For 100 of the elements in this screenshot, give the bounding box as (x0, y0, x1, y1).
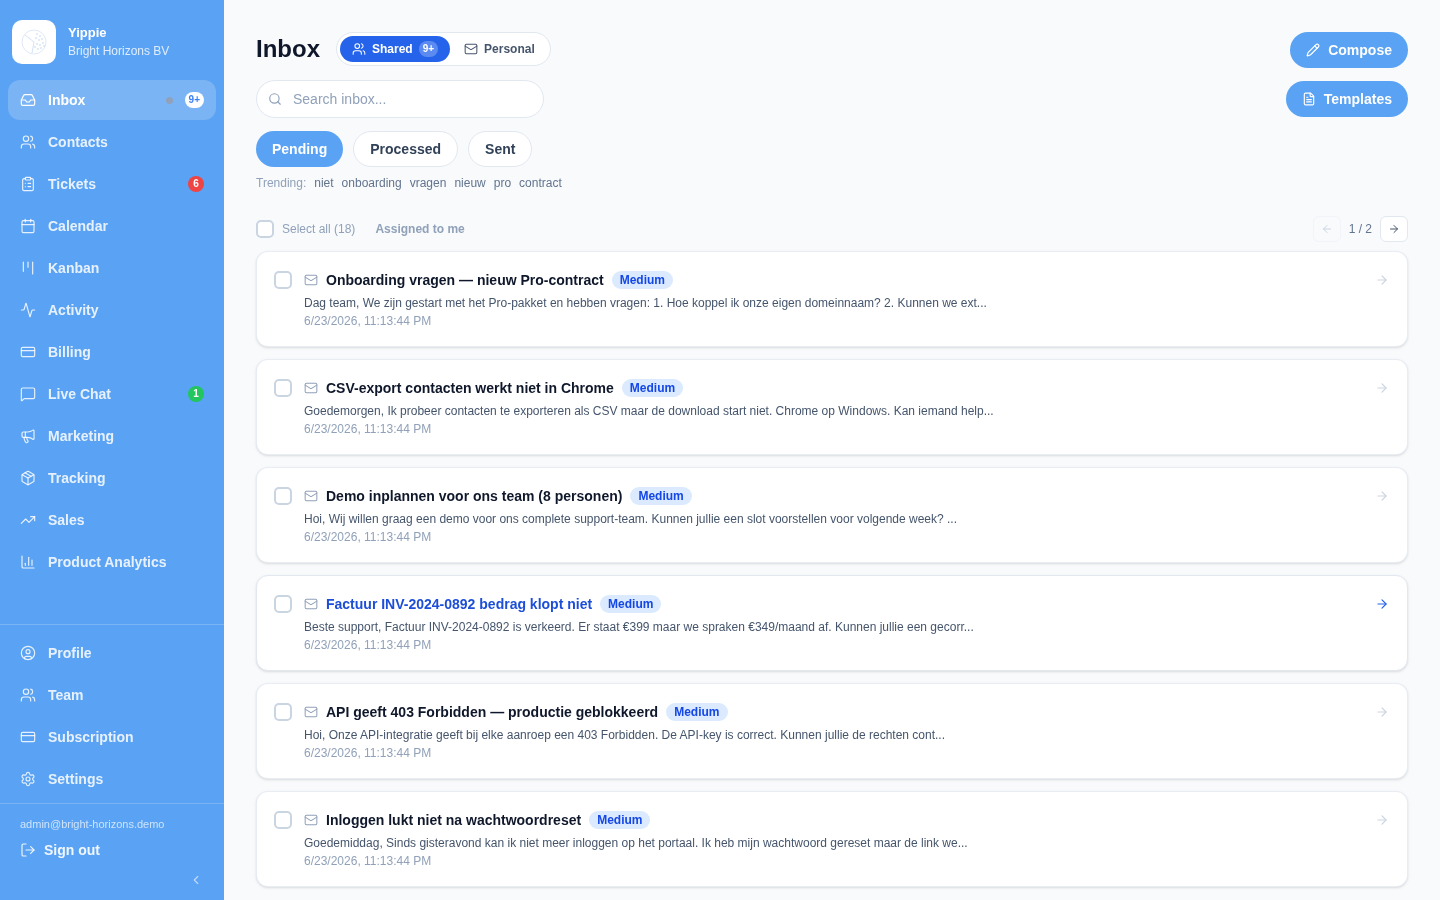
kanban-icon (20, 260, 36, 276)
message-preview: Dag team, We zijn gestart met het Pro-pakket en hebben vragen: 1. Hoe koppel ik onze eigen domeinnaam? 2. Kunnen we ext... (304, 295, 987, 312)
message-date: 6/23/2026, 11:13:44 PM (304, 853, 432, 870)
message-card[interactable]: Inloggen lukt niet na wachtwoordreset Medium Goedemiddag, Sinds gisteravond kan ik niet meer inloggen op het portaal. Ik heb mijn wachtwoord gereset maar de link we... 6/23/2026, 11:13:44 PM (256, 791, 1408, 887)
message-preview: Hoi, Wij willen graag een demo voor ons complete support-team. Kunnen jullie een slot voorstellen voor volgende week? ... (304, 511, 958, 528)
trending-term[interactable]: niet (314, 175, 334, 191)
templates-button[interactable]: Templates (1285, 81, 1408, 117)
user-circle-icon (20, 645, 36, 661)
count-badge: 9+ (184, 92, 204, 108)
message-subject: Onboarding vragen — nieuw Pro-contract (326, 271, 604, 290)
users-icon (20, 687, 36, 703)
nav-item[interactable]: Settings (8, 759, 216, 799)
inbox-icon (20, 92, 36, 108)
filter-tab[interactable]: Sent (468, 131, 533, 167)
search-icon (268, 92, 282, 106)
mail-icon (304, 813, 318, 827)
nav-item[interactable]: Subscription (8, 717, 216, 757)
message-card[interactable]: Demo inplannen voor ons team (8 personen) Medium Hoi, Wij willen graag een demo voor ons complete support-team. Kunnen jullie een slot voorstellen voor volgende week? ... 6/23/2026, 11:13:44 PM (256, 467, 1408, 563)
page-indicator: 1 / 2 (1348, 221, 1372, 237)
nav-item[interactable]: Sales (8, 500, 216, 540)
chat-bubble-icon (20, 386, 36, 402)
nav-item[interactable]: Marketing (8, 416, 216, 456)
message-preview: Beste support, Factuur INV-2024-0892 is verkeerd. Er staat €399 maar we spraken €349/maand af. Kunnen jullie een gecorr... (304, 619, 974, 636)
nav-item[interactable]: Billing (8, 332, 216, 372)
priority-badge: Medium (589, 811, 651, 829)
message-card[interactable]: Factuur INV-2024-0892 bedrag klopt niet Medium Beste support, Factuur INV-2024-0892 is verkeerd. Er staat €399 maar we spraken €349/maand af. Kunnen jullie een gecorr... 6/23/2026, 11:13:44 PM (256, 575, 1408, 671)
arrow-left-icon (1320, 223, 1333, 235)
message-card[interactable]: Onboarding vragen — nieuw Pro-contract Medium Dag team, We zijn gestart met het Pro-pakket en hebben vragen: 1. Hoe koppel ik onze eigen domeinnaam? 2. Kunnen we ext... 6/23/2026, 11:13:44 PM (256, 251, 1408, 347)
message-preview: Goedemiddag, Sinds gisteravond kan ik niet meer inloggen op het portaal. Ik heb mijn wachtwoord gereset maar de link we... (304, 835, 968, 852)
mail-icon (304, 705, 318, 719)
package-icon (20, 470, 36, 486)
pencil-icon (1306, 43, 1321, 57)
mail-icon (304, 381, 318, 395)
clipboard-icon (20, 176, 36, 192)
bar-chart-icon (20, 554, 36, 570)
mail-icon (304, 273, 318, 287)
brand-name: Yippie (68, 25, 108, 41)
view-tab[interactable]: Shared 9+ (340, 36, 451, 62)
trending-term[interactable]: contract (519, 175, 562, 191)
trending-term[interactable]: vragen (409, 175, 447, 191)
logo-icon (12, 20, 56, 64)
count-badge: 1 (188, 386, 204, 402)
page-title: Inbox (256, 34, 320, 64)
credit-card-icon (20, 729, 36, 745)
nav-item[interactable]: Activity (8, 290, 216, 330)
checkbox[interactable] (256, 220, 274, 238)
nav-item[interactable]: Calendar (8, 206, 216, 246)
checkbox[interactable] (274, 703, 292, 721)
priority-badge: Medium (666, 703, 728, 721)
message-card[interactable]: API geeft 403 Forbidden — productie geblokkeerd Medium Hoi, Onze API-integratie geeft bij elke aanroep een 403 Forbidden. De API-key is correct. Kunnen jullie de rechten cont... 6/23/2026, 11:13:44 PM (256, 683, 1408, 779)
checkbox[interactable] (274, 487, 292, 505)
trending-label: Trending: (256, 175, 307, 191)
users-icon (352, 42, 366, 56)
mail-icon (304, 489, 318, 503)
count-badge: 9+ (418, 41, 439, 57)
activity-icon (20, 302, 36, 318)
checkbox[interactable] (274, 811, 292, 829)
nav-item[interactable]: Product Analytics (8, 542, 216, 582)
calendar-icon (20, 218, 36, 234)
select-all-label: Select all (18) (282, 221, 356, 237)
message-subject: Demo inplannen voor ons team (8 personen) (326, 487, 623, 506)
user-email: admin@bright-horizons.demo (20, 817, 166, 832)
nav-item[interactable]: Live Chat 1 (8, 374, 216, 414)
view-tab[interactable]: Personal (452, 36, 547, 62)
priority-badge: Medium (621, 379, 684, 397)
count-badge: 6 (188, 176, 204, 192)
checkbox[interactable] (274, 379, 292, 397)
mail-icon (464, 42, 479, 56)
megaphone-icon (20, 428, 36, 444)
compose-button[interactable]: Compose (1290, 32, 1408, 68)
sign-out-icon (20, 842, 36, 858)
message-date: 6/23/2026, 11:13:44 PM (304, 421, 432, 438)
checkbox[interactable] (274, 595, 292, 613)
message-date: 6/23/2026, 11:13:44 PM (304, 745, 432, 762)
nav-item[interactable]: Tickets 6 (8, 164, 216, 204)
trending-term[interactable]: onboarding (341, 175, 402, 191)
nav-item[interactable]: Kanban (8, 248, 216, 288)
organization-name: Bright Horizons BV (68, 43, 170, 59)
nav-item[interactable]: Profile (8, 633, 216, 673)
message-subject: Inloggen lukt niet na wachtwoordreset (326, 811, 582, 830)
search-field[interactable]: Search inbox... (256, 80, 544, 118)
nav-item[interactable]: Contacts (8, 122, 216, 162)
message-subject: CSV-export contacten werkt niet in Chrome (326, 379, 614, 398)
checkbox[interactable] (274, 271, 292, 289)
message-date: 6/23/2026, 11:13:44 PM (304, 313, 432, 330)
nav-item[interactable]: Inbox 9+ (8, 80, 216, 120)
nav-item[interactable]: Tracking (8, 458, 216, 498)
filter-tab[interactable]: Processed (353, 131, 459, 167)
message-preview: Goedemorgen, Ik probeer contacten te exporteren als CSV maar de download start niet. Chrome op Windows. Kan iemand help... (304, 403, 994, 420)
priority-badge: Medium (611, 271, 674, 289)
assigned-filter-button[interactable]: Assigned to me (375, 221, 465, 237)
next-page-button[interactable] (1380, 216, 1408, 242)
message-card[interactable]: CSV-export contacten werkt niet in Chrome Medium Goedemorgen, Ik probeer contacten te exporteren als CSV maar de download start niet. Chrome op Windows. Kan iemand help... 6/23/2026, 11:13:44 PM (256, 359, 1408, 455)
sign-out-link[interactable]: Sign out (20, 840, 100, 860)
trending-term[interactable]: nieuw (454, 175, 486, 191)
trending-term[interactable]: pro (493, 175, 512, 191)
arrow-right-icon (1388, 223, 1400, 235)
nav-item[interactable]: Team (8, 675, 216, 715)
message-preview: Hoi, Onze API-integratie geeft bij elke aanroep een 403 Forbidden. De API-key is correct. Kunnen jullie de rechten cont... (304, 727, 946, 744)
filter-tab[interactable]: Pending (256, 131, 344, 167)
